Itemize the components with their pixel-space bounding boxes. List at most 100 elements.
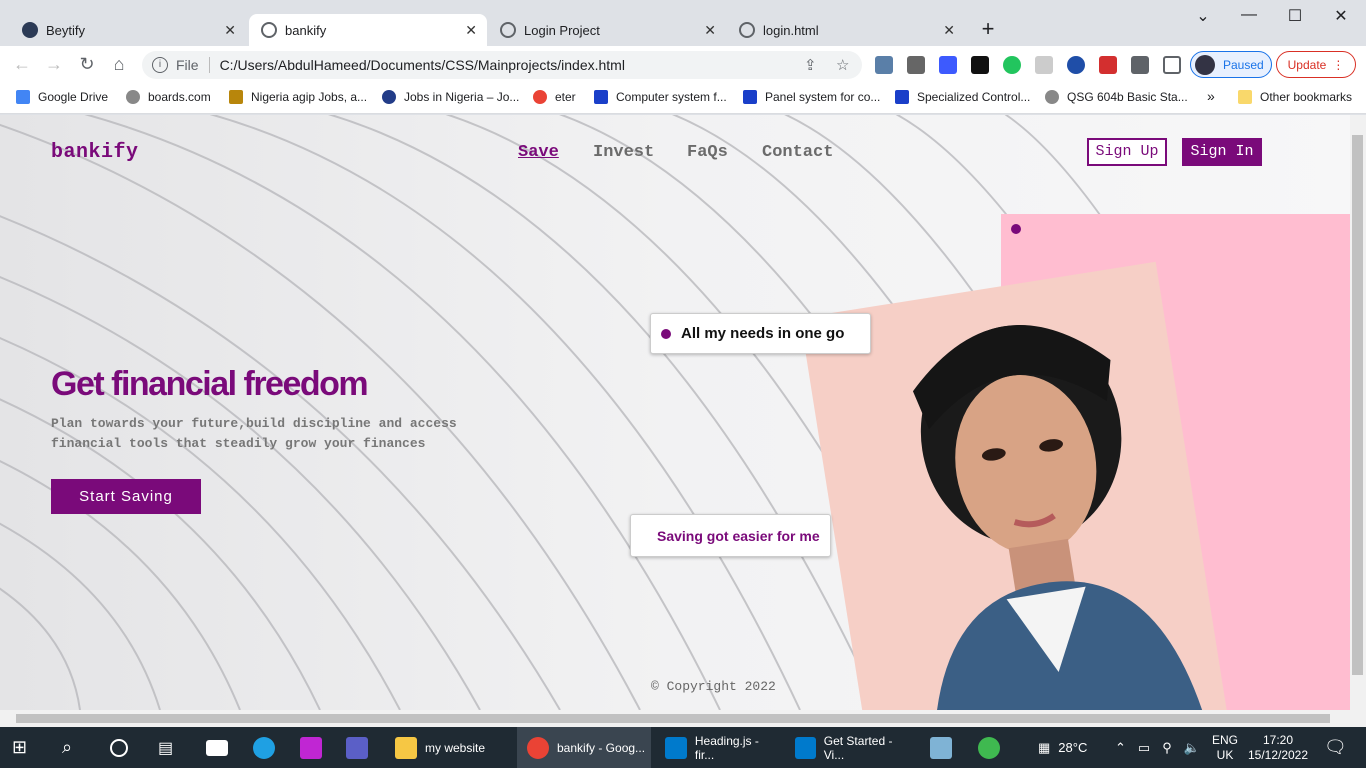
extension-icon[interactable] — [1035, 56, 1053, 74]
puzzle-icon[interactable] — [1131, 56, 1149, 74]
vertical-scrollbar[interactable] — [1350, 115, 1366, 710]
nav-link-invest[interactable]: Invest — [593, 143, 654, 162]
bookmark-label: Computer system f... — [616, 90, 727, 104]
cortana-icon[interactable] — [110, 727, 128, 768]
globe-icon — [1045, 90, 1059, 104]
extension-icon[interactable] — [971, 56, 989, 74]
taskbar-app-label: my website — [425, 740, 486, 755]
testimonial-card-top: All my needs in one go — [650, 313, 871, 354]
clock-time: 17:20 — [1262, 732, 1294, 747]
extension-icon[interactable] — [1099, 56, 1117, 74]
bookmarks-overflow-button[interactable]: » — [1207, 88, 1215, 104]
close-icon[interactable]: ✕ — [465, 22, 477, 39]
windows-start-icon[interactable]: ⊞ — [12, 727, 27, 768]
minimize-icon[interactable]: — — [1226, 6, 1272, 24]
home-icon[interactable]: ⌂ — [107, 54, 131, 75]
close-window-icon[interactable]: ✕ — [1318, 6, 1364, 26]
bookmark-star-icon[interactable]: ☆ — [836, 56, 849, 74]
taskbar-app-vscode-heading[interactable]: Heading.js - fir... — [655, 727, 781, 768]
bookmark-label: Jobs in Nigeria – Jo... — [404, 90, 520, 104]
tab-beytify[interactable]: Beytify ✕ — [10, 14, 246, 46]
nav-link-save[interactable]: Save — [518, 143, 559, 162]
weather-widget[interactable]: ▦ 28°C — [1038, 727, 1087, 768]
bookmark-item[interactable]: boards.com — [126, 90, 211, 104]
bookmark-item[interactable]: Panel system for co... — [743, 90, 880, 104]
sign-in-button[interactable]: Sign In — [1182, 138, 1262, 166]
other-bookmarks[interactable]: Other bookmarks — [1238, 90, 1352, 104]
mail-icon[interactable] — [206, 727, 228, 768]
teams-icon[interactable] — [346, 727, 368, 768]
bookmark-item[interactable]: Jobs in Nigeria – Jo... — [382, 90, 519, 104]
bookmark-item[interactable]: Nigeria agip Jobs, a... — [229, 90, 367, 104]
bookmark-item[interactable]: Computer system f... — [594, 90, 727, 104]
region-label: UK — [1216, 747, 1234, 762]
sign-up-button[interactable]: Sign Up — [1087, 138, 1167, 166]
profile-status: Paused — [1223, 57, 1264, 72]
bookmark-item[interactable]: eter — [533, 90, 576, 104]
bookmark-item[interactable]: Specialized Control... — [895, 90, 1030, 104]
task-view-icon[interactable]: ▤ — [158, 727, 173, 768]
nav-link-contact[interactable]: Contact — [762, 143, 833, 162]
globe-icon — [739, 22, 755, 38]
clock[interactable]: 17:20 15/12/2022 — [1245, 727, 1311, 768]
app-icon[interactable] — [930, 727, 952, 768]
close-icon[interactable]: ✕ — [943, 22, 955, 39]
taskbar-app-vscode-started[interactable]: Get Started - Vi... — [785, 727, 911, 768]
chevron-up-icon[interactable]: ⌃ — [1115, 740, 1126, 756]
background-image — [0, 115, 1350, 710]
atom-icon[interactable] — [978, 727, 1000, 768]
language-indicator[interactable]: ENG UK — [1212, 727, 1238, 768]
bookmark-label: Panel system for co... — [765, 90, 881, 104]
notifications-icon[interactable]: 🗨 — [1324, 727, 1347, 768]
more-icon: ⋮ — [1332, 57, 1345, 72]
share-icon[interactable]: ⇪ — [804, 56, 817, 74]
taskbar-app-my-website[interactable]: my website — [385, 727, 511, 768]
nav-link-faqs[interactable]: FaQs — [687, 143, 728, 162]
bookmark-item[interactable]: QSG 604b Basic Sta... — [1045, 90, 1188, 104]
reload-icon[interactable]: ↻ — [75, 54, 99, 75]
search-icon[interactable]: ⌕ — [62, 727, 72, 768]
battery-icon[interactable]: ▭ — [1138, 740, 1150, 756]
system-tray: ⌃ ▭ ⚲ 🔈 — [1115, 727, 1200, 768]
edge-icon[interactable] — [253, 727, 275, 768]
help-extension-icon[interactable] — [907, 56, 925, 74]
extension-icon[interactable] — [875, 56, 893, 74]
bookmark-item[interactable]: Google Drive — [16, 90, 108, 104]
volume-icon[interactable]: 🔈 — [1184, 740, 1200, 756]
update-button[interactable]: Update ⋮ — [1276, 51, 1356, 78]
close-icon[interactable]: ✕ — [224, 22, 236, 39]
extension-icon[interactable] — [1067, 56, 1085, 74]
bookmark-label: QSG 604b Basic Sta... — [1067, 90, 1188, 104]
tab-login-project[interactable]: Login Project ✕ — [488, 14, 726, 46]
jetbrains-icon[interactable] — [300, 727, 322, 768]
start-saving-button[interactable]: Start Saving — [51, 479, 201, 514]
tab-bankify[interactable]: bankify ✕ — [249, 14, 487, 46]
extension-icon[interactable] — [1003, 56, 1021, 74]
bookmark-label: Nigeria agip Jobs, a... — [251, 90, 368, 104]
info-icon[interactable]: i — [152, 57, 168, 73]
maximize-icon[interactable]: ☐ — [1272, 6, 1318, 26]
site-logo[interactable]: bankify — [51, 141, 139, 164]
scroll-thumb[interactable] — [16, 714, 1330, 723]
close-icon[interactable]: ✕ — [704, 22, 716, 39]
tab-bar: Beytify ✕ bankify ✕ Login Project ✕ logi… — [0, 0, 1366, 46]
new-tab-button[interactable]: + — [974, 16, 1002, 44]
forward-icon[interactable]: → — [42, 54, 66, 75]
tab-login-html[interactable]: login.html ✕ — [727, 14, 965, 46]
taskbar-app-chrome[interactable]: bankify - Goog... — [517, 727, 651, 768]
address-bar[interactable]: i File C:/Users/AbdulHameed/Documents/CS… — [142, 51, 862, 79]
site-icon — [743, 90, 757, 104]
taskbar-app-label: bankify - Goog... — [557, 740, 646, 755]
clock-date: 15/12/2022 — [1247, 747, 1309, 762]
network-icon[interactable]: ⚲ — [1162, 740, 1172, 756]
back-icon[interactable]: ← — [10, 54, 34, 75]
extension-icon[interactable] — [939, 56, 957, 74]
profile-button[interactable]: Paused — [1190, 51, 1272, 78]
windows-taskbar: ⊞ ⌕ ▤ my website bankify - Goog... Headi… — [0, 727, 1366, 768]
tab-search-icon[interactable]: ⌄ — [1180, 6, 1226, 26]
url-text[interactable]: C:/Users/AbdulHameed/Documents/CSS/Mainp… — [220, 57, 625, 73]
scroll-thumb[interactable] — [1352, 135, 1363, 675]
horizontal-scrollbar[interactable] — [0, 710, 1366, 727]
bookmarks-bar: Google Drive boards.com Nigeria agip Job… — [0, 84, 1366, 114]
side-panel-icon[interactable] — [1163, 56, 1181, 74]
